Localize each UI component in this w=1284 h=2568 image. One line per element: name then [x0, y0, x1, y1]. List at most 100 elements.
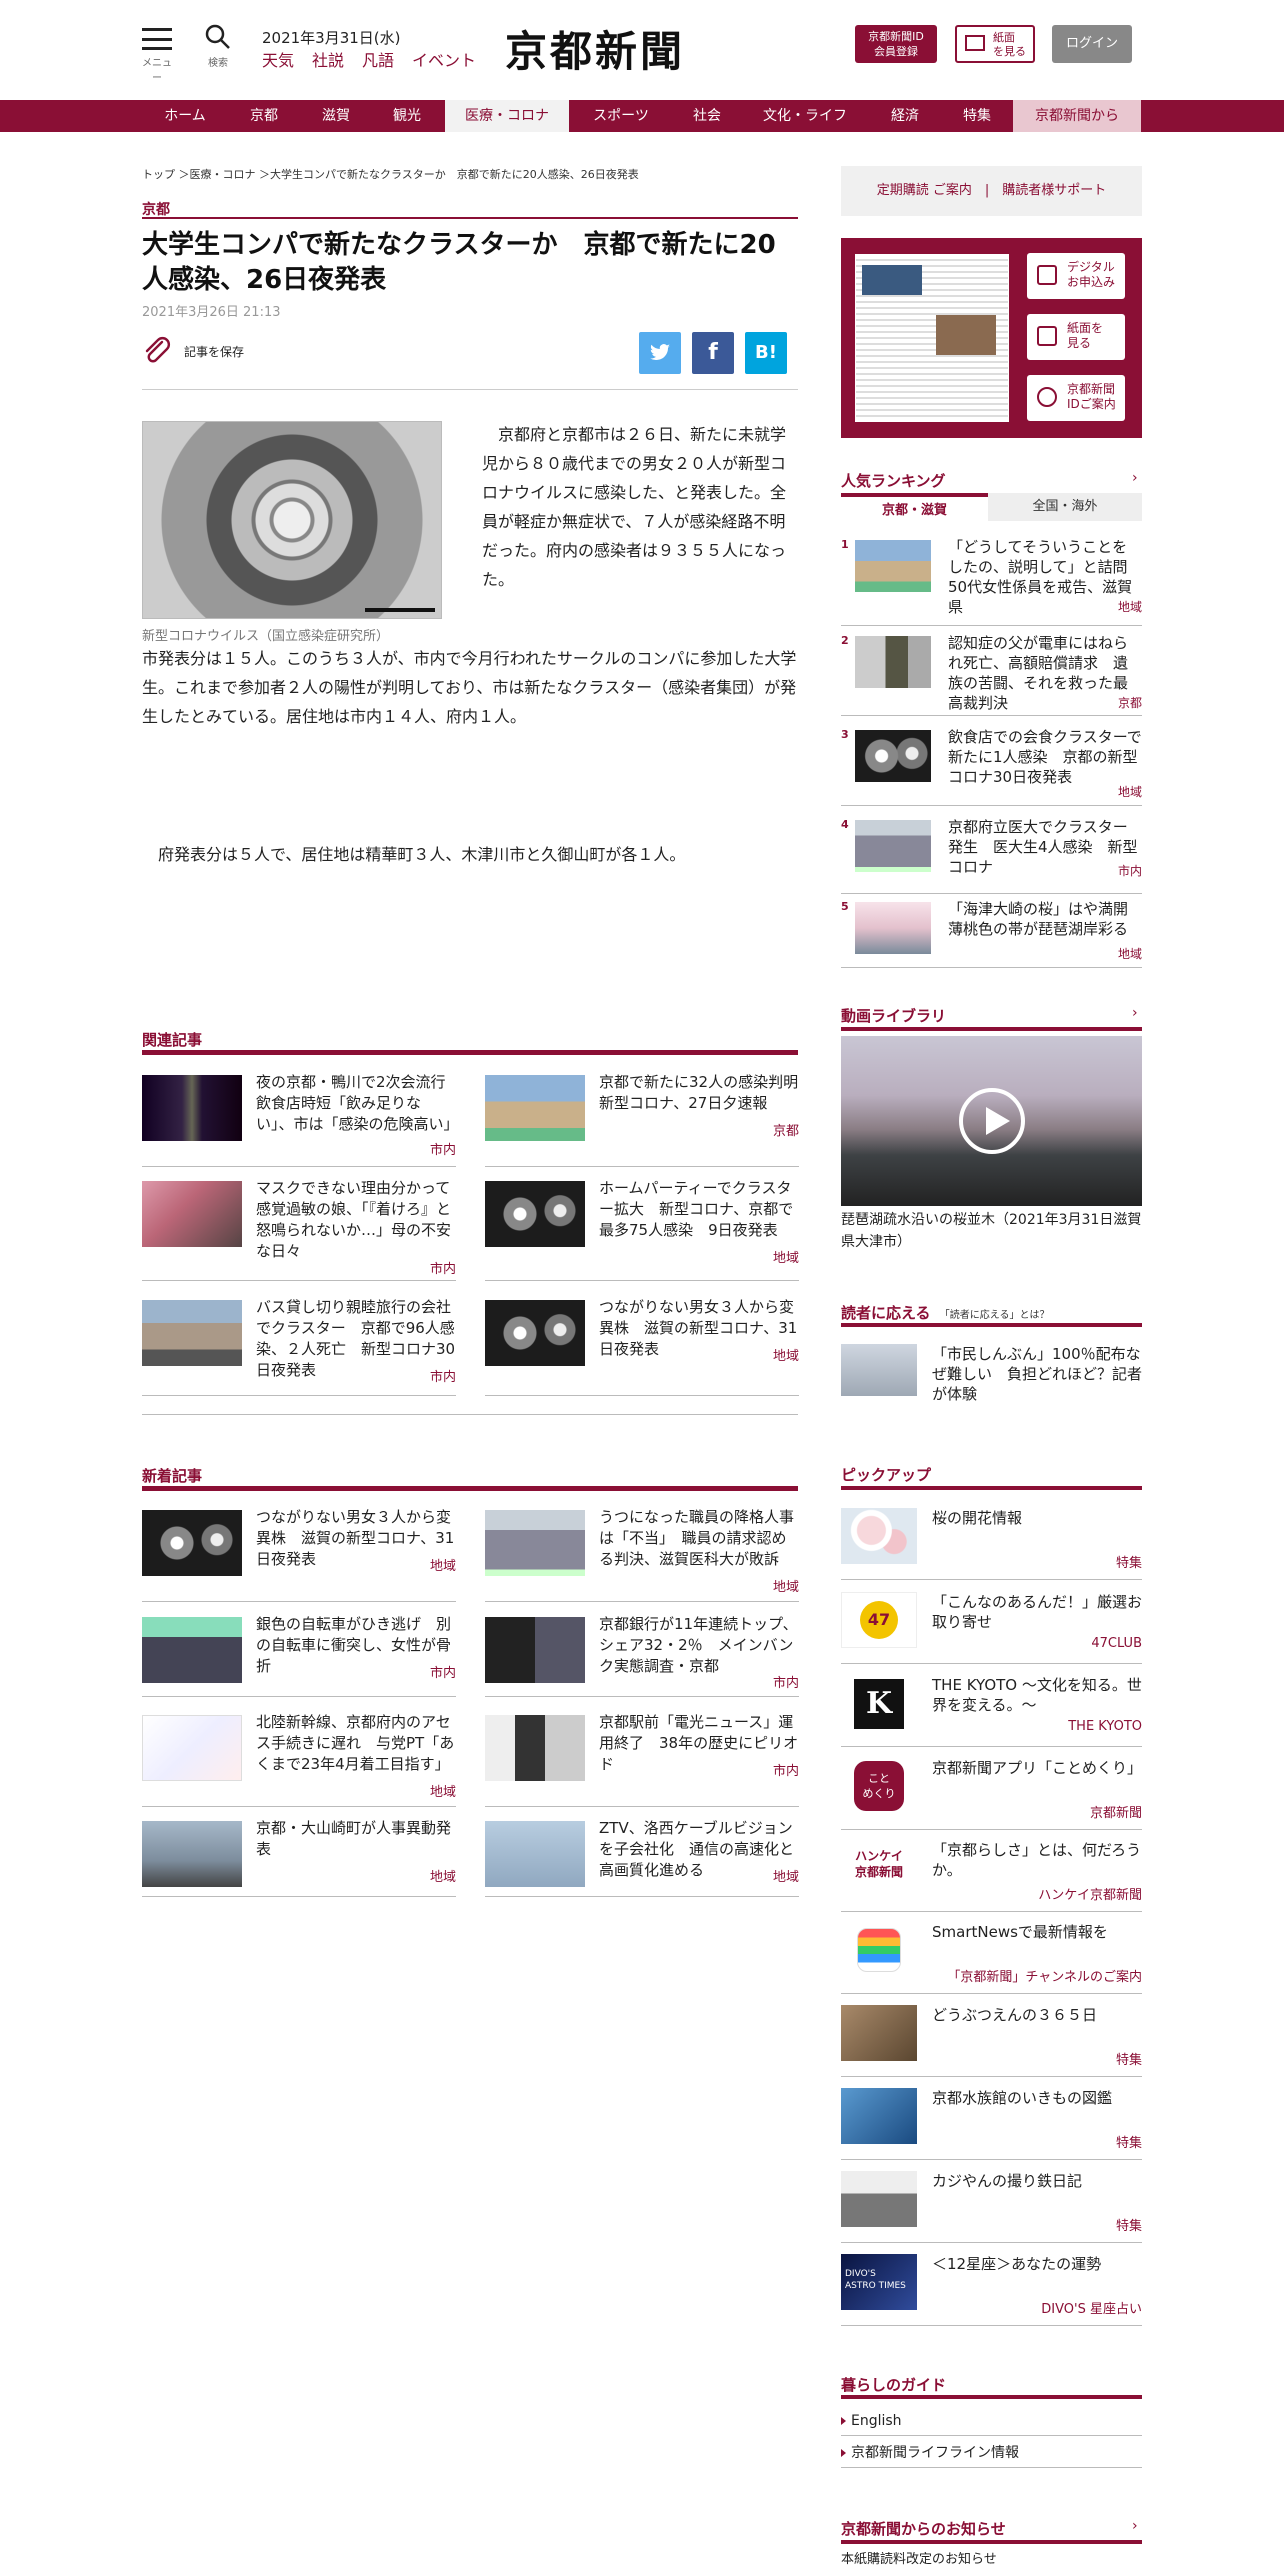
video-caption[interactable]: 琵琶湖疏水沿いの桜並木（2021年3月31日滋賀県大津市）: [841, 1209, 1142, 1253]
related-item-1[interactable]: 夜の京都・鴨川で2次会流行 飲食店時短「飲み足りない」、市は「感染の危険高い」 …: [142, 1073, 461, 1167]
notice-item-1[interactable]: 本紙購読料改定のお知らせ: [841, 2552, 997, 2568]
chevron-right-icon[interactable]: ›: [1132, 2518, 1138, 2534]
thumbnail: [841, 2171, 917, 2227]
related-item-2[interactable]: 京都で新たに32人の感染判明 新型コロナ、27日夕速報 京都: [485, 1073, 813, 1167]
related-item-3-text: マスクできない理由分かって 感覚過敏の娘、「『着けろ』と怒鳴られないか…」母の不…: [256, 1179, 466, 1260]
article-photo[interactable]: [142, 421, 442, 619]
id-register-button[interactable]: 京都新聞ID 会員登録: [855, 25, 937, 63]
47club-logo: 47: [841, 1592, 917, 1648]
thumbnail: [485, 1510, 585, 1576]
menu-caption: メニュー: [142, 58, 172, 84]
divider: [142, 1414, 798, 1415]
subscription-links[interactable]: 定期購読 ご案内 | 購読者様サポート: [841, 166, 1142, 216]
guide-item-lifeline[interactable]: 京都新聞ライフライン情報: [841, 2438, 1142, 2468]
article-paragraph-2: 市発表分は１５人。このうち３人が、市内で今月行われたサークルのコンパに参加した大…: [142, 644, 798, 731]
quick-link-bongo[interactable]: 凡語: [362, 47, 394, 71]
chevron-right-icon[interactable]: ›: [1132, 1005, 1138, 1021]
thumbnail: [485, 1715, 585, 1781]
pickup-item-6[interactable]: SmartNewsで最新情報を 「京都新聞」チャンネルのご案内: [841, 1922, 1142, 1994]
nav-sports[interactable]: スポーツ: [569, 100, 673, 132]
tab-kyoto-shiga[interactable]: 京都・滋賀: [841, 493, 988, 521]
pickup-item-7[interactable]: どうぶつえんの３６５日 特集: [841, 2005, 1142, 2077]
global-nav: ホーム 京都 滋賀 観光 医療・コロナ スポーツ 社会 文化・ライフ 経済 特集…: [0, 100, 1284, 132]
nav-from-kyoto-np[interactable]: 京都新聞から: [1013, 100, 1141, 132]
ranking-item-1[interactable]: 1 「どうしてそういうことをしたの、説明して」と詰問 50代女性係員を戒告、滋賀…: [841, 538, 1143, 626]
pickup-item-3-tag: THE KYOTO: [1068, 1719, 1142, 1734]
nav-kyoto[interactable]: 京都: [225, 100, 303, 132]
notice-divider: [841, 2540, 1142, 2544]
nav-feature[interactable]: 特集: [941, 100, 1013, 132]
latest-item-1[interactable]: つながりない男女３人から変異株 滋賀の新型コロナ、31日夜発表 地域: [142, 1508, 456, 1602]
id-guide-button[interactable]: 京都新聞 IDご案内: [1027, 375, 1125, 421]
pickup-item-5[interactable]: ハンケイ 京都新聞 「京都らしさ」とは、何だろうか。 ハンケイ京都新聞: [841, 1840, 1142, 1912]
view-paper-button[interactable]: 紙面 を見る: [955, 25, 1035, 63]
related-item-5[interactable]: バス貸し切り親睦旅行の会社でクラスター 京都で96人感染、２人死亡 新型コロナ3…: [142, 1298, 456, 1396]
play-icon[interactable]: [959, 1088, 1025, 1154]
latest-item-4[interactable]: 京都銀行が11年連続トップ、シェア32・2％ メインバンク実態調査・京都 市内: [485, 1615, 799, 1697]
monitor-icon: [965, 35, 985, 51]
pickup-item-8[interactable]: 京都水族館のいきもの図鑑 特集: [841, 2088, 1142, 2160]
pickup-item-9[interactable]: カジやんの撮り鉄日記 特集: [841, 2171, 1142, 2243]
related-item-3-tag: 市内: [429, 1262, 456, 1277]
ranking-item-2-tag: 京都: [1117, 696, 1142, 710]
share-hatena-button[interactable]: B!: [745, 332, 787, 374]
digital-apply-button[interactable]: デジタル お申込み: [1027, 253, 1125, 299]
latest-item-2[interactable]: うつになった職員の降格人事は「不当」 職員の請求認める判決、滋賀医科大が敗訴 地…: [485, 1508, 799, 1602]
pickup-item-1[interactable]: 桜の開花情報 特集: [841, 1508, 1142, 1580]
ranking-item-5[interactable]: 5 「海津大崎の桜」はや満開 薄桃色の帯が琵琶湖岸彩る 地域: [841, 900, 1143, 968]
ranking-item-3[interactable]: 3 飲食店での会食クラスターで新たに1人感染 京都の新型コロナ30日夜発表 地域: [841, 728, 1142, 806]
nav-society[interactable]: 社会: [673, 100, 741, 132]
pickup-item-2[interactable]: 47 「こんなのあるんだ！」厳選お取り寄せ 47CLUB: [841, 1592, 1142, 1664]
ranking-item-2[interactable]: 2 認知症の父が電車にはねられ死亡、高額賠償請求 遺族の苦闘、それを救った最高裁…: [841, 634, 1142, 716]
latest-item-5[interactable]: 北陸新幹線、京都府内のアセス手続きに遅れ 与党PT「あくまで23年4月着工目指す…: [142, 1713, 456, 1807]
nav-economy[interactable]: 経済: [869, 100, 941, 132]
save-article-button[interactable]: 記事を保存: [142, 336, 244, 366]
site-logo[interactable]: 京都新聞: [505, 18, 685, 79]
nav-kanko[interactable]: 観光: [369, 100, 445, 132]
nav-culture-life[interactable]: 文化・ライフ: [741, 100, 869, 132]
related-item-6[interactable]: つながりない男女３人から変異株 滋賀の新型コロナ、31日夜発表 地域: [485, 1298, 799, 1396]
related-item-4-text: ホームパーティーでクラスター拡大 新型コロナ、京都で最多75人感染 9日夜発表: [599, 1179, 794, 1239]
quick-link-events[interactable]: イベント: [412, 47, 476, 71]
chevron-right-icon[interactable]: ›: [1132, 470, 1138, 486]
readers-item[interactable]: 「市民しんぶん」100％配布なぜ難しい 負担どれほど？記者が体験: [841, 1344, 1142, 1404]
login-button[interactable]: ログイン: [1052, 25, 1132, 63]
id-guide-line1: 京都新聞: [1067, 382, 1116, 396]
share-facebook-button[interactable]: f: [692, 332, 734, 374]
menu-button[interactable]: メニュー: [140, 28, 174, 84]
paper-preview-image[interactable]: [855, 254, 1009, 422]
related-item-3[interactable]: マスクできない理由分かって 感覚過敏の娘、「『着けろ』と怒鳴られないか…」母の不…: [142, 1179, 466, 1281]
ranking-item-1-text: 「どうしてそういうことをしたの、説明して」と詰問 50代女性係員を戒告、滋賀県: [948, 538, 1143, 616]
pickup-item-3[interactable]: K THE KYOTO ～文化を知る。世界を変える。～ THE KYOTO: [841, 1675, 1142, 1747]
related-item-6-tag: 地域: [772, 1349, 799, 1364]
latest-item-3[interactable]: 銀色の自転車がひき逃げ 別の自転車に衝突し、女性が骨折 市内: [142, 1615, 456, 1697]
breadcrumb[interactable]: トップ ＞医療・コロナ ＞大学生コンパで新たなクラスターか 京都で新たに20人感…: [142, 166, 639, 182]
pickup-item-4[interactable]: こと めくり 京都新聞アプリ「ことめくり」 京都新聞: [841, 1758, 1142, 1830]
readers-about-link[interactable]: 「読者に応える」とは？: [940, 1310, 1050, 1321]
latest-item-6[interactable]: 京都駅前「電光ニュース」運用終了 38年の歴史にピリオド 市内: [485, 1713, 799, 1807]
search-button[interactable]: 検索: [198, 24, 238, 69]
quick-link-weather[interactable]: 天気: [262, 47, 294, 71]
related-item-5-tag: 市内: [429, 1370, 456, 1385]
nav-home[interactable]: ホーム: [145, 100, 225, 132]
nav-shiga[interactable]: 滋賀: [303, 100, 369, 132]
thumbnail: [855, 540, 931, 592]
video-player[interactable]: [841, 1036, 1142, 1206]
nav-medical-corona[interactable]: 医療・コロナ: [445, 100, 569, 132]
pickup-item-6-text: SmartNewsで最新情報を: [932, 1923, 1108, 1941]
latest-item-8[interactable]: ZTV、洛西ケーブルビジョンを子会社化 通信の高速化と高画質化進める 地域: [485, 1819, 799, 1897]
pickup-item-10[interactable]: DIVO'S ASTRO TIMES ＜12星座＞あなたの運勢 DIVO'S 星…: [841, 2254, 1142, 2326]
article-category[interactable]: 京都: [142, 199, 170, 219]
scale-bar: [365, 608, 435, 612]
latest-item-4-tag: 市内: [772, 1676, 799, 1691]
share-twitter-button[interactable]: [639, 332, 681, 374]
site-header: メニュー 検索 2021年3月31日(水) 天気 社説 凡語 イベント 京都新聞…: [0, 0, 1284, 100]
latest-item-7[interactable]: 京都・大山崎町が人事異動発表 地域: [142, 1819, 456, 1897]
guide-item-english[interactable]: English: [841, 2406, 1142, 2436]
quick-link-editorial[interactable]: 社説: [312, 47, 344, 71]
view-paper-side-button[interactable]: 紙面を 見る: [1027, 314, 1125, 360]
thumbnail: [142, 1075, 242, 1141]
tab-national-world[interactable]: 全国・海外: [988, 493, 1142, 521]
ranking-item-4[interactable]: 4 京都府立医大でクラスター発生 医大生4人感染 新型コロナ 市内: [841, 818, 1142, 894]
related-item-4[interactable]: ホームパーティーでクラスター拡大 新型コロナ、京都で最多75人感染 9日夜発表 …: [485, 1179, 799, 1281]
